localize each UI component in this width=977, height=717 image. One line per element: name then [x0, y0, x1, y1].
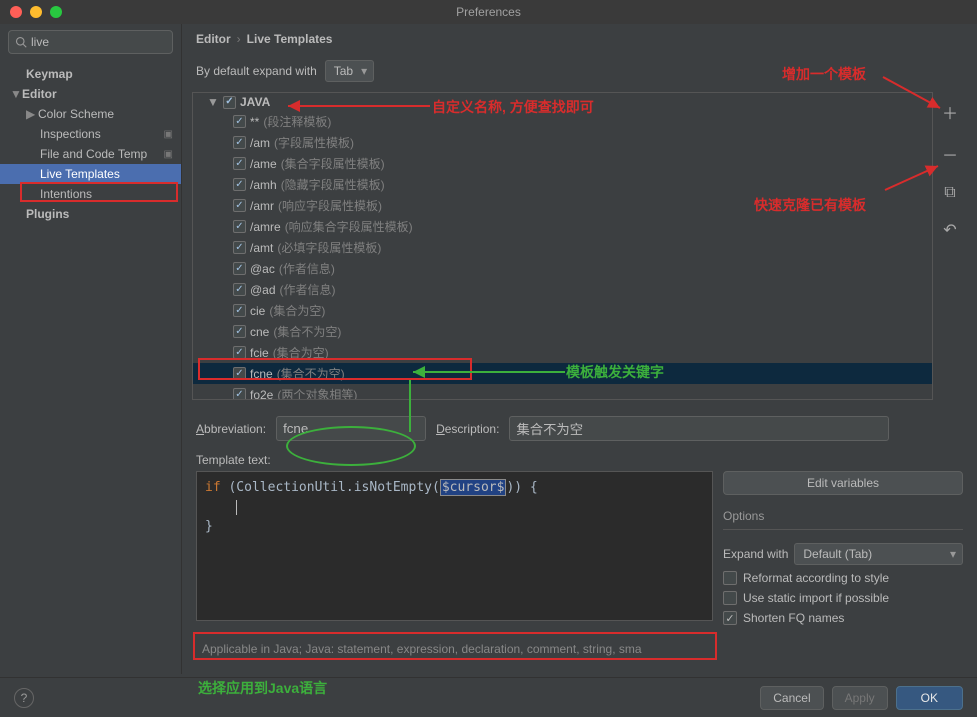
checkbox-icon[interactable]	[233, 367, 246, 380]
option-static-import[interactable]: Use static import if possible	[743, 591, 889, 605]
options-heading: Options	[723, 509, 963, 523]
duplicate-template-icon[interactable]: ⧉	[944, 184, 955, 202]
settings-tree: Keymap ▼Editor ▶Color Scheme Inspections…	[0, 60, 181, 228]
edit-variables-button[interactable]: Edit variables	[723, 471, 963, 495]
applicable-contexts[interactable]: Applicable in Java; Java: statement, exp…	[196, 638, 963, 660]
close-icon[interactable]	[10, 6, 22, 18]
sidebar-item-intentions[interactable]: Intentions	[0, 184, 181, 204]
sidebar-item-editor[interactable]: ▼Editor	[0, 84, 181, 104]
checkbox-icon[interactable]	[233, 199, 246, 212]
template-group-java[interactable]: ▼JAVA	[193, 93, 932, 111]
remove-template-icon[interactable]: －	[942, 142, 958, 166]
checkbox-icon[interactable]	[233, 220, 246, 233]
checkbox-icon[interactable]	[723, 611, 737, 625]
template-item-selected[interactable]: fcne (集合不为空)	[193, 363, 932, 384]
checkbox-icon[interactable]	[233, 115, 246, 128]
checkbox-icon[interactable]	[223, 96, 236, 109]
checkbox-icon[interactable]	[233, 241, 246, 254]
template-item[interactable]: fo2e (两个对象相等)	[193, 384, 932, 400]
templates-toolbar: ＋ － ⧉ ↶	[933, 92, 967, 400]
template-item[interactable]: /amt (必填字段属性模板)	[193, 237, 932, 258]
option-reformat[interactable]: Reformat according to style	[743, 571, 889, 585]
checkbox-icon[interactable]	[723, 571, 737, 585]
expand-with-select[interactable]: Tab	[325, 60, 374, 82]
template-item[interactable]: ** (段注释模板)	[193, 111, 932, 132]
template-item[interactable]: fcie (集合为空)	[193, 342, 932, 363]
search-input-wrapper[interactable]: ×	[8, 30, 173, 54]
template-item[interactable]: cne (集合不为空)	[193, 321, 932, 342]
help-icon[interactable]: ?	[14, 688, 34, 708]
main-panel: Editor›Live Templates By default expand …	[182, 24, 977, 674]
sidebar-item-live-templates[interactable]: Live Templates	[0, 164, 181, 184]
template-item[interactable]: @ad (作者信息)	[193, 279, 932, 300]
breadcrumb: Editor›Live Templates	[182, 24, 977, 54]
description-input[interactable]	[509, 416, 889, 441]
sidebar-item-color-scheme[interactable]: ▶Color Scheme	[0, 104, 181, 124]
checkbox-icon[interactable]	[233, 304, 246, 317]
checkbox-icon[interactable]	[723, 591, 737, 605]
sidebar-item-file-templates[interactable]: File and Code Temp▣	[0, 144, 181, 164]
option-expand-with-label: Expand with	[723, 547, 788, 561]
template-item[interactable]: /am (字段属性模板)	[193, 132, 932, 153]
project-badge-icon: ▣	[164, 149, 173, 160]
abbreviation-input[interactable]	[276, 416, 426, 441]
template-text-editor[interactable]: if (CollectionUtil.isNotEmpty($cursor$))…	[196, 471, 713, 621]
checkbox-icon[interactable]	[233, 346, 246, 359]
template-item[interactable]: /amre (响应集合字段属性模板)	[193, 216, 932, 237]
project-badge-icon: ▣	[164, 129, 173, 140]
option-shorten-fq[interactable]: Shorten FQ names	[743, 611, 844, 625]
template-item[interactable]: /ame (集合字段属性模板)	[193, 153, 932, 174]
expand-with-label: By default expand with	[196, 64, 317, 78]
template-item[interactable]: @ac (作者信息)	[193, 258, 932, 279]
titlebar: Preferences	[0, 0, 977, 24]
search-icon	[15, 36, 27, 48]
cancel-button[interactable]: Cancel	[760, 686, 823, 710]
sidebar-item-keymap[interactable]: Keymap	[0, 64, 181, 84]
sidebar-item-inspections[interactable]: Inspections▣	[0, 124, 181, 144]
template-item[interactable]: /amh (隐藏字段属性模板)	[193, 174, 932, 195]
maximize-icon[interactable]	[50, 6, 62, 18]
templates-list[interactable]: ▼JAVA ** (段注释模板) /am (字段属性模板) /ame (集合字段…	[192, 92, 933, 400]
window-title: Preferences	[456, 5, 521, 19]
dialog-footer: ? Cancel Apply OK	[0, 677, 977, 717]
sidebar-item-plugins[interactable]: Plugins	[0, 204, 181, 224]
revert-icon[interactable]: ↶	[943, 220, 956, 240]
ok-button[interactable]: OK	[896, 686, 963, 710]
checkbox-icon[interactable]	[233, 325, 246, 338]
add-template-icon[interactable]: ＋	[942, 100, 958, 124]
checkbox-icon[interactable]	[233, 178, 246, 191]
minimize-icon[interactable]	[30, 6, 42, 18]
abbreviation-label: AAbbreviation:bbreviation:	[196, 422, 266, 436]
checkbox-icon[interactable]	[233, 388, 246, 400]
template-text-label: Template text:	[182, 449, 977, 471]
checkbox-icon[interactable]	[233, 283, 246, 296]
checkbox-icon[interactable]	[233, 136, 246, 149]
template-item[interactable]: cie (集合为空)	[193, 300, 932, 321]
option-expand-with-select[interactable]: Default (Tab)	[794, 543, 963, 565]
sidebar: × Keymap ▼Editor ▶Color Scheme Inspectio…	[0, 24, 182, 674]
apply-button[interactable]: Apply	[832, 686, 888, 710]
template-item[interactable]: /amr (响应字段属性模板)	[193, 195, 932, 216]
checkbox-icon[interactable]	[233, 157, 246, 170]
checkbox-icon[interactable]	[233, 262, 246, 275]
search-input[interactable]	[31, 35, 186, 49]
description-label: Description:	[436, 422, 499, 436]
